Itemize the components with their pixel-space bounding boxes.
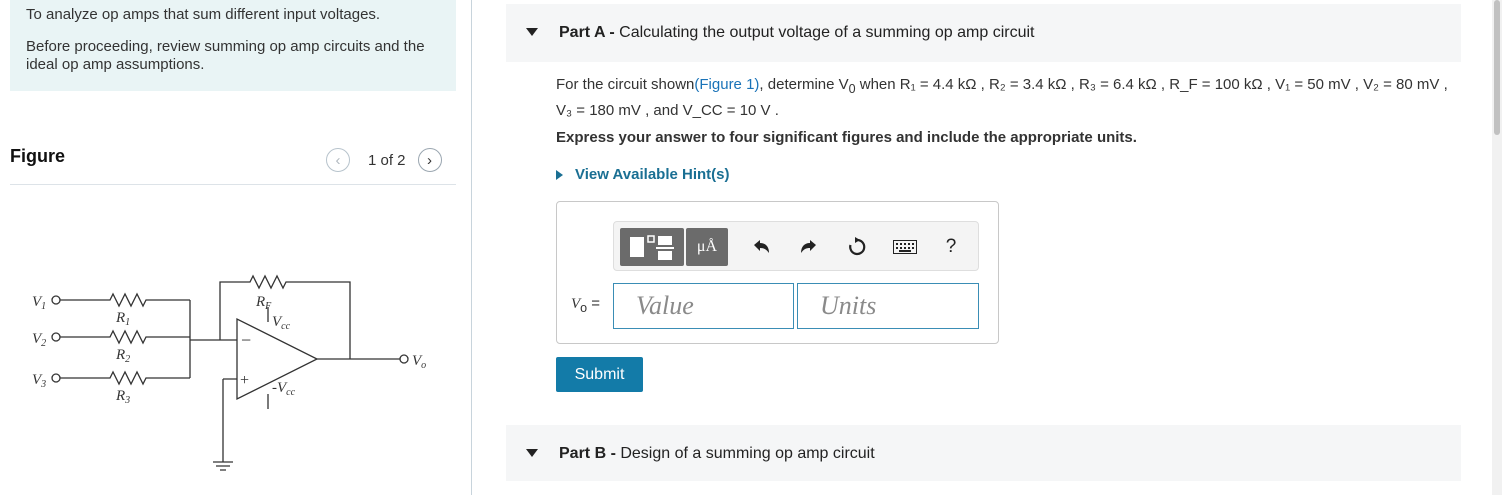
svg-text:−: − xyxy=(241,330,251,350)
reset-icon[interactable] xyxy=(842,232,872,262)
intro-review: Before proceeding, review summing op amp… xyxy=(26,38,425,73)
chevron-right-icon[interactable]: › xyxy=(417,148,442,172)
right-panel: Part A - Calculating the output voltage … xyxy=(472,0,1502,495)
redo-icon[interactable] xyxy=(794,232,824,262)
part-b-header[interactable]: Part B - Design of a summing op amp circ… xyxy=(506,425,1461,481)
units-button[interactable]: μÅ xyxy=(686,228,728,266)
svg-text:R3: R3 xyxy=(115,388,130,406)
intro-box: To analyze op amps that sum different in… xyxy=(10,0,456,91)
circuit-labels: V1 V2 V3 R1 R2 R3 RF Vcc -Vcc Vo − + xyxy=(32,294,426,406)
part-a-header[interactable]: Part A - Calculating the output voltage … xyxy=(506,4,1461,62)
view-hints-link[interactable]: View Available Hint(s) xyxy=(556,166,730,183)
svg-text:Vo: Vo xyxy=(412,353,426,371)
part-a-title: Part A - Calculating the output voltage … xyxy=(559,24,1035,41)
answer-label: Vo = xyxy=(571,295,601,315)
svg-text:V3: V3 xyxy=(32,372,46,390)
svg-text:R1: R1 xyxy=(115,310,130,328)
svg-text:+: + xyxy=(240,372,249,389)
scrollbar[interactable] xyxy=(1492,0,1502,495)
svg-text:V1: V1 xyxy=(32,294,46,312)
template-icon[interactable] xyxy=(620,228,684,266)
svg-text:V2: V2 xyxy=(32,331,46,349)
figure-divider xyxy=(10,184,456,185)
figure-page-count: 1 of 2 xyxy=(368,151,406,169)
svg-text:R2: R2 xyxy=(115,347,130,365)
svg-text:-Vcc: -Vcc xyxy=(272,380,296,398)
collapse-triangle-icon[interactable] xyxy=(526,28,538,36)
intro-goal: To analyze op amps that sum different in… xyxy=(26,6,381,23)
help-button[interactable]: ? xyxy=(936,232,966,262)
scrollbar-thumb[interactable] xyxy=(1494,0,1500,135)
left-panel: To analyze op amps that sum different in… xyxy=(0,0,471,495)
figure-1-link[interactable]: (Figure 1) xyxy=(694,76,759,93)
summing-op-amp-circuit: V1 V2 V3 R1 R2 R3 RF Vcc -Vcc Vo − + xyxy=(32,274,426,471)
chevron-left-icon[interactable]: ‹ xyxy=(326,148,350,172)
submit-button[interactable]: Submit xyxy=(556,357,643,392)
svg-text:Vcc: Vcc xyxy=(272,314,291,332)
part-b-title: Part B - Design of a summing op amp circ… xyxy=(559,445,875,462)
part-a-question: For the circuit shown(Figure 1), determi… xyxy=(556,76,1448,119)
value-input[interactable]: Value xyxy=(613,283,794,329)
keyboard-icon[interactable] xyxy=(890,232,920,262)
units-input[interactable]: Units xyxy=(797,283,979,329)
equation-toolbar: μÅ ? xyxy=(613,221,979,271)
caret-right-icon xyxy=(556,169,563,180)
undo-icon[interactable] xyxy=(746,232,776,262)
figure-pager: ‹ 1 of 2 › xyxy=(326,146,442,174)
svg-text:RF: RF xyxy=(255,294,272,312)
figure-title: Figure xyxy=(10,146,66,166)
answer-box: μÅ ? Vo = Value Units xyxy=(556,201,999,344)
collapse-triangle-icon[interactable] xyxy=(526,449,538,457)
instructions: Express your answer to four significant … xyxy=(556,129,1137,146)
